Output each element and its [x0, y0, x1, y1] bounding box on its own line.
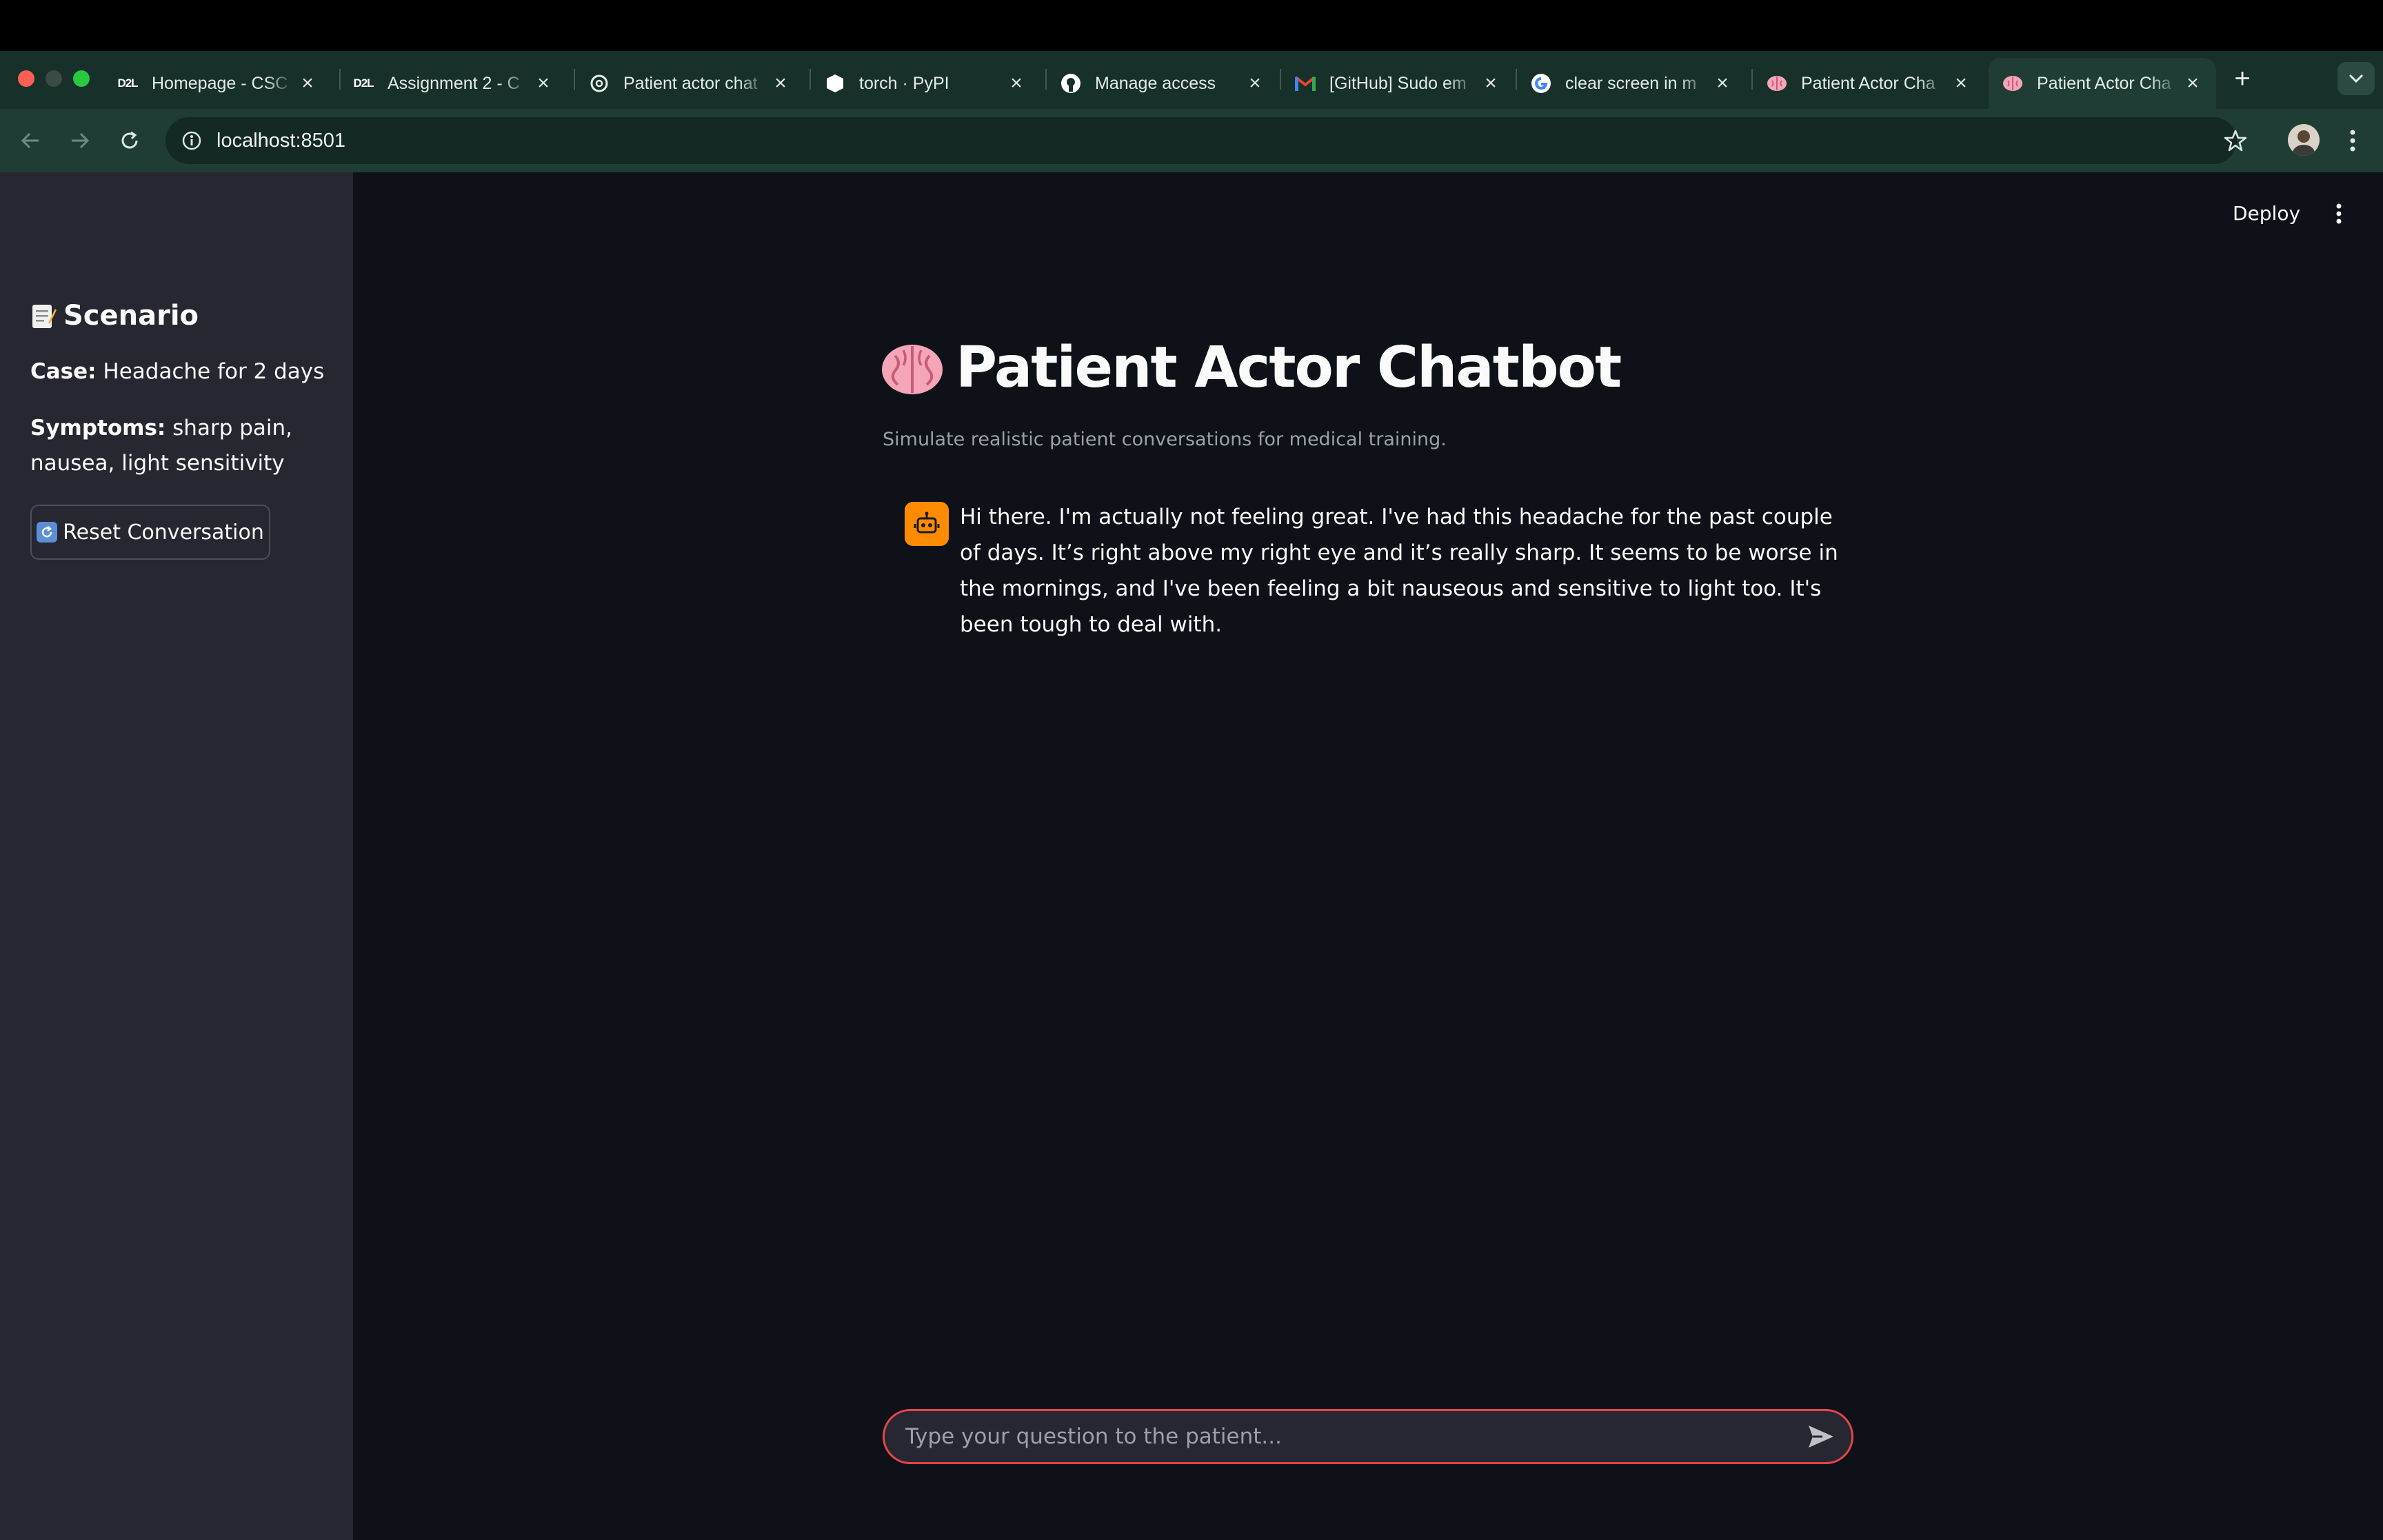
assistant-avatar — [905, 502, 949, 546]
tab-title: Patient actor chat — [623, 73, 758, 93]
send-icon — [1809, 1426, 1833, 1448]
close-window-button[interactable] — [18, 70, 34, 87]
chevron-down-icon — [2349, 74, 2364, 83]
pypi-icon — [823, 72, 847, 95]
tab-title: Assignment 2 - C — [388, 73, 520, 93]
robot-icon — [914, 511, 940, 534]
close-tab-icon[interactable]: × — [1003, 70, 1030, 97]
close-tab-icon[interactable]: × — [767, 70, 794, 97]
url-text[interactable]: localhost:8501 — [217, 127, 345, 154]
close-tab-icon[interactable]: × — [1241, 70, 1269, 97]
tab-title: clear screen in m — [1565, 73, 1697, 93]
symptoms-label: Symptoms: — [30, 416, 166, 440]
reset-conversation-button[interactable]: Reset Conversation — [30, 505, 270, 560]
tab-title: [GitHub] Sudo em — [1329, 73, 1467, 93]
back-button[interactable] — [12, 123, 48, 159]
tab-manage-access[interactable]: Manage access × — [1047, 58, 1278, 109]
tab-torch-pypi[interactable]: torch · PyPI × — [811, 58, 1040, 109]
zoom-window-button[interactable] — [73, 70, 90, 87]
brain-icon — [1765, 72, 1789, 95]
brain-icon — [882, 345, 943, 394]
case-text: Case: Headache for 2 days — [30, 354, 334, 389]
reset-button-label: Reset Conversation — [63, 520, 264, 545]
tab-homepage[interactable]: D2L Homepage - CSC × — [103, 58, 331, 109]
page-title: Patient Actor Chatbot — [880, 330, 1622, 405]
arrow-right-icon — [72, 132, 90, 149]
close-tab-icon[interactable]: × — [530, 70, 557, 97]
bookmark-star-icon[interactable] — [2219, 124, 2252, 157]
sidebar-heading: Scenario — [30, 295, 199, 336]
tab-assignment[interactable]: D2L Assignment 2 - C × — [339, 58, 567, 109]
arrow-left-icon — [21, 132, 39, 149]
tab-search-button[interactable] — [2337, 62, 2375, 95]
memo-icon — [32, 305, 57, 328]
github-icon — [1059, 72, 1083, 95]
deploy-button[interactable]: Deploy — [2233, 197, 2300, 230]
new-tab-button[interactable]: + — [2227, 63, 2258, 94]
close-tab-icon[interactable]: × — [1709, 70, 1736, 97]
symptoms-text: Symptoms: sharp pain, nausea, light sens… — [30, 411, 334, 481]
case-label: Case: — [30, 359, 97, 384]
forward-button[interactable] — [62, 123, 98, 159]
google-icon — [1529, 72, 1553, 95]
tab-title: Patient Actor Cha — [1801, 73, 1935, 93]
tab-title: Manage access — [1095, 73, 1216, 93]
profile-avatar[interactable] — [2288, 124, 2320, 156]
minimize-window-button[interactable] — [46, 70, 62, 87]
close-tab-icon[interactable]: × — [294, 70, 321, 97]
close-tab-icon[interactable]: × — [1477, 70, 1505, 97]
reload-icon — [121, 131, 138, 149]
assistant-message: Hi there. I'm actually not feeling great… — [960, 505, 1838, 637]
brain-icon — [2001, 72, 2024, 95]
tab-patient-actor-chatbot-active[interactable]: Patient Actor Cha × — [1989, 58, 2216, 109]
browser-menu-icon[interactable] — [2336, 123, 2369, 159]
case-value: Headache for 2 days — [103, 359, 325, 384]
tab-title: Homepage - CSC — [152, 73, 288, 93]
close-tab-icon[interactable]: × — [1947, 70, 1975, 97]
chat-input[interactable] — [905, 1416, 1800, 1457]
d2l-icon: D2L — [117, 77, 138, 90]
screen-top-bar — [0, 0, 2383, 51]
address-bar[interactable] — [165, 117, 2237, 164]
tab-title: Patient Actor Cha — [2037, 73, 2171, 93]
tab-patient-actor-chatbot[interactable]: Patient Actor Cha × — [1753, 58, 1984, 109]
d2l-icon: D2L — [353, 77, 374, 90]
gmail-icon — [1294, 72, 1317, 95]
send-button[interactable] — [1800, 1416, 1842, 1457]
site-info-icon[interactable] — [178, 127, 205, 154]
close-tab-icon[interactable]: × — [2179, 70, 2206, 97]
tab-patient-actor-chat[interactable]: Patient actor chat × — [575, 58, 804, 109]
sidebar-heading-text: Scenario — [63, 300, 199, 332]
chat-input-box[interactable] — [883, 1409, 1853, 1464]
page-caption: Simulate realistic patient conversations… — [883, 429, 1447, 450]
app-menu-icon[interactable] — [2325, 197, 2353, 230]
tab-clear-screen[interactable]: clear screen in m × — [1517, 58, 1746, 109]
reload-button[interactable] — [112, 123, 148, 159]
tab-title: torch · PyPI — [859, 73, 949, 93]
page-title-text: Patient Actor Chatbot — [956, 334, 1622, 401]
reset-icon — [37, 522, 58, 543]
tab-github-sudo[interactable]: [GitHub] Sudo em × — [1281, 58, 1514, 109]
openai-icon — [587, 72, 611, 95]
